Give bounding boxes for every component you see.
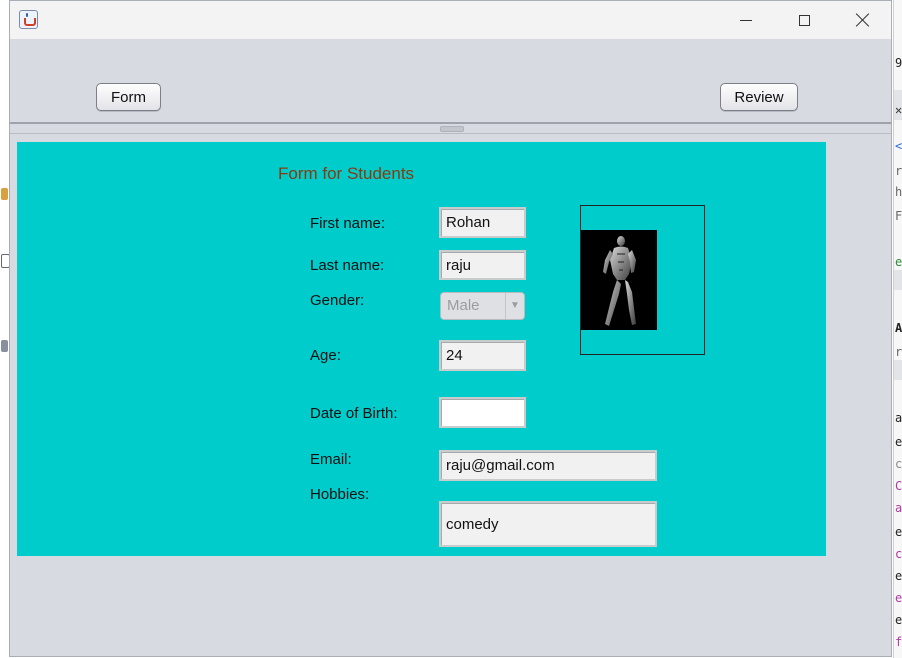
- background-ide-strip: 9 ✕ < r h F e A r a e c C a e c e e e f: [893, 0, 902, 658]
- gender-select-value: Male: [447, 297, 480, 314]
- review-button[interactable]: Review: [720, 83, 798, 111]
- gender-label: Gender:: [310, 292, 365, 309]
- chevron-down-icon: ▼: [505, 293, 524, 319]
- maximize-button[interactable]: [781, 9, 827, 31]
- dob-label: Date of Birth:: [310, 405, 398, 422]
- split-pane-divider[interactable]: [10, 122, 891, 134]
- email-field[interactable]: raju@gmail.com: [439, 450, 657, 481]
- package-icon: [1, 340, 8, 352]
- java-window: Form Review Form for Students First name…: [9, 0, 892, 657]
- last-name-field[interactable]: raju: [439, 250, 526, 280]
- student-photo[interactable]: [581, 230, 657, 330]
- minimize-icon: [740, 19, 752, 21]
- background-left-strip: [0, 0, 10, 658]
- divider-grip-icon[interactable]: [440, 126, 464, 132]
- title-bar: [10, 1, 891, 39]
- email-label: Email:: [310, 451, 352, 468]
- student-form-panel: Form for Students First name: Rohan Last…: [17, 142, 826, 556]
- first-name-label: First name:: [310, 215, 386, 232]
- age-label: Age:: [310, 347, 341, 364]
- minimize-button[interactable]: [723, 9, 769, 31]
- figure-image: [581, 230, 657, 330]
- hobbies-label: Hobbies:: [310, 486, 370, 503]
- gender-select[interactable]: Male ▼: [440, 292, 525, 320]
- toolbar-pane: Form Review: [10, 39, 891, 122]
- hobbies-field[interactable]: comedy: [439, 501, 657, 547]
- photo-frame: [580, 205, 705, 355]
- form-button[interactable]: Form: [96, 83, 161, 111]
- folder-icon: [1, 188, 8, 200]
- java-cup-icon: [19, 10, 38, 29]
- maximize-icon: [798, 14, 810, 26]
- close-icon: [856, 13, 870, 27]
- dob-field[interactable]: [439, 397, 526, 428]
- last-name-label: Last name:: [310, 257, 385, 274]
- age-field[interactable]: 24: [439, 340, 526, 371]
- page-title: Form for Students: [278, 164, 415, 183]
- close-button[interactable]: [840, 9, 886, 31]
- first-name-field[interactable]: Rohan: [439, 207, 526, 238]
